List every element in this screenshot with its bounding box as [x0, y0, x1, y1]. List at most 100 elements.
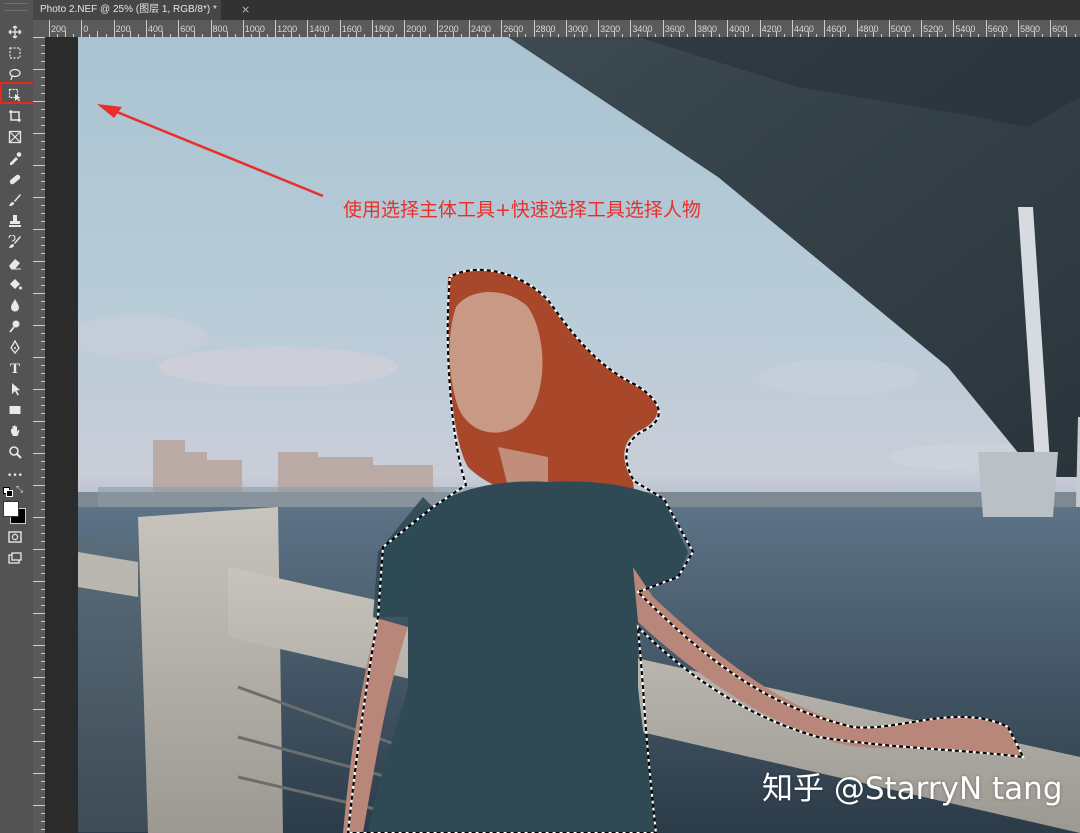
ruler-tick	[33, 453, 45, 454]
frame-tool[interactable]	[4, 129, 26, 147]
ruler-tick-label: 2200	[438, 24, 459, 34]
dodge-tool[interactable]	[4, 318, 26, 336]
document-image[interactable]	[78, 37, 1080, 833]
default-colors-icon[interactable]	[3, 487, 13, 497]
canvas-area[interactable]	[45, 37, 1080, 833]
ruler-tick	[145, 20, 147, 37]
ruler-tick-label: 5200	[923, 24, 944, 34]
ruler-tick	[33, 229, 45, 230]
ruler-tick-label: 4000	[729, 24, 750, 34]
path-selection-tool[interactable]	[4, 381, 26, 399]
marquee-icon	[9, 47, 21, 59]
bucket-icon	[10, 279, 22, 290]
history-brush-tool[interactable]	[4, 234, 26, 252]
frame-icon	[8, 130, 22, 144]
ruler-tick	[33, 805, 45, 806]
ruler-tick	[113, 20, 115, 37]
ruler-tick	[33, 69, 45, 70]
ruler-tick	[824, 20, 826, 37]
move-icon	[8, 25, 22, 39]
ruler-tick-label: 1000	[244, 24, 265, 34]
ruler-tick-label: 1800	[374, 24, 395, 34]
ruler-tick	[662, 20, 664, 37]
foreground-color-swatch[interactable]	[3, 501, 19, 517]
ruler-tick	[33, 645, 45, 646]
rectangular-marquee-tool[interactable]	[4, 45, 26, 63]
ruler-tick	[921, 20, 923, 37]
ruler-tick	[33, 325, 45, 326]
ruler-tick	[372, 20, 373, 37]
watermark-text: 知乎 @StarryN tang	[762, 771, 1063, 807]
ruler-tick-label: 2600	[503, 24, 524, 34]
ruler-tick-label: 800	[212, 24, 228, 34]
ruler-tick	[33, 101, 45, 102]
ruler-tick-label: 5400	[955, 24, 976, 34]
ruler-tick	[33, 613, 45, 614]
ruler-tick	[856, 20, 858, 37]
ruler-tick	[695, 20, 696, 37]
ruler-tick-label: 2800	[535, 24, 556, 34]
healing-brush-tool[interactable]	[4, 171, 26, 189]
brush-tool[interactable]	[4, 192, 26, 210]
ruler-tick-label: 4400	[793, 24, 814, 34]
ruler-tick-label: 1400	[309, 24, 330, 34]
ruler-tick-label: 400	[147, 24, 163, 34]
lasso-icon	[9, 68, 21, 81]
ruler-tick	[210, 20, 212, 37]
ruler-tick	[33, 773, 45, 774]
rectangle-tool[interactable]	[4, 402, 26, 420]
ruler-tick	[339, 20, 341, 37]
zoom-tool[interactable]	[4, 444, 26, 462]
ruler-origin[interactable]	[33, 20, 45, 37]
eyedropper-tool[interactable]	[4, 150, 26, 168]
ruler-tick	[565, 20, 567, 37]
ruler-tick	[1018, 20, 1019, 37]
screen-mode-icon[interactable]	[4, 551, 26, 569]
ruler-tick	[33, 389, 45, 390]
ruler-tick	[791, 20, 793, 37]
history-brush-icon	[8, 235, 21, 248]
close-tab-icon[interactable]: ×	[241, 0, 250, 20]
ruler-tick	[33, 261, 45, 262]
ruler-tick	[33, 293, 45, 294]
ruler-tick	[81, 20, 83, 37]
panel-grip[interactable]	[4, 3, 28, 11]
document-tab-bar: Photo 2.NEF @ 25% (图层 1, RGB/8*) * ×	[33, 0, 1080, 20]
blur-tool[interactable]	[4, 297, 26, 315]
ruler-tick-label: 4600	[826, 24, 847, 34]
ruler-tick	[33, 741, 45, 742]
quick-mask-icon[interactable]	[4, 530, 26, 548]
ruler-tick	[33, 517, 45, 518]
ruler-tick	[275, 20, 277, 37]
clone-stamp-tool[interactable]	[4, 213, 26, 231]
ruler-tick	[501, 20, 503, 37]
ruler-tick	[727, 20, 729, 37]
bandage-icon	[9, 174, 21, 185]
annotation-text: 使用选择主体工具+快速选择工具选择人物	[343, 199, 701, 221]
move-tool[interactable]	[4, 24, 26, 42]
ruler-tick	[33, 709, 45, 710]
horizontal-ruler[interactable]: 200 0 200 400 600 800 1000 1200 1400 1600 1800 2000…	[45, 20, 1080, 38]
ruler-tick	[985, 20, 987, 37]
path-arrow-icon	[12, 383, 20, 396]
eraser-tool[interactable]	[4, 255, 26, 273]
crop-tool[interactable]	[4, 108, 26, 126]
ruler-tick	[1050, 20, 1052, 37]
ruler-tick	[307, 20, 309, 37]
document-tab[interactable]: Photo 2.NEF @ 25% (图层 1, RGB/8*) *	[33, 0, 221, 20]
ruler-tick-label: 5600	[987, 24, 1008, 34]
type-tool[interactable]: T	[4, 360, 26, 378]
ruler-tick-label: 2400	[470, 24, 491, 34]
edit-toolbar[interactable]: •••	[4, 465, 26, 483]
hand-tool[interactable]	[4, 423, 26, 441]
paint-bucket-tool[interactable]	[4, 276, 26, 294]
swap-colors-icon[interactable]: ⤡	[16, 485, 23, 495]
ruler-tick-label: 3400	[632, 24, 653, 34]
ruler-tick-label: 1600	[341, 24, 362, 34]
ruler-tick	[759, 20, 761, 37]
ruler-tick-label: 3200	[600, 24, 621, 34]
ruler-tick-label: 200	[51, 24, 67, 34]
pen-tool[interactable]	[4, 339, 26, 357]
eraser-icon	[9, 259, 21, 270]
ruler-tick-label: 4800	[858, 24, 879, 34]
